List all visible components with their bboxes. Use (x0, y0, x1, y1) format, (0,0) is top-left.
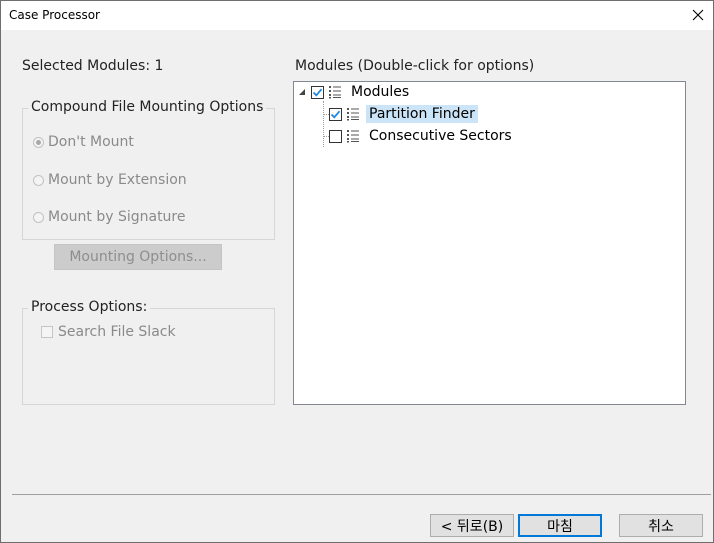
search-file-slack-label: Search File Slack (58, 324, 176, 340)
radio-mount-by-extension-circle[interactable] (33, 174, 44, 186)
case-processor-window: Case Processor Selected Modules: 1 Compo… (0, 0, 714, 543)
modules-checkbox[interactable] (311, 85, 324, 99)
modules-label: Modules (Double-click for options) (295, 58, 535, 74)
tree-label-modules: Modules (351, 84, 410, 100)
consecutive-sectors-checkbox[interactable] (329, 129, 342, 143)
footer-separator (12, 494, 711, 495)
selected-modules-text: Selected Modules: (22, 58, 151, 74)
title-bar: Case Processor (1, 1, 713, 30)
expander-icon[interactable] (299, 89, 305, 95)
selected-modules-label: Selected Modules: 1 (22, 58, 163, 74)
list-icon (347, 130, 359, 143)
radio-mount-by-signature[interactable]: Mount by Signature (33, 209, 186, 225)
list-icon (329, 86, 341, 99)
selected-modules-count: 1 (154, 58, 164, 74)
radio-mount-by-extension-label: Mount by Extension (48, 172, 187, 188)
window-title: Case Processor (9, 8, 100, 22)
radio-dont-mount[interactable]: Don't Mount (33, 134, 134, 150)
process-options-legend: Process Options: (28, 299, 151, 315)
checkmark-icon (312, 88, 323, 97)
radio-mount-by-extension[interactable]: Mount by Extension (33, 172, 187, 188)
mount-options-legend: Compound File Mounting Options (28, 99, 267, 115)
search-file-slack-checkbox[interactable]: Search File Slack (41, 324, 176, 340)
checkmark-icon (330, 110, 341, 119)
tree-label-consecutive-sectors: Consecutive Sectors (369, 128, 512, 144)
close-icon (692, 9, 704, 21)
cancel-button[interactable]: 취소 (619, 514, 703, 537)
partition-finder-checkbox[interactable] (329, 107, 342, 121)
list-icon (347, 108, 359, 121)
back-button[interactable]: < 뒤로(B) (430, 514, 514, 537)
finish-button[interactable]: 마침 (518, 514, 602, 537)
radio-dont-mount-circle[interactable] (33, 136, 44, 148)
radio-mount-by-signature-circle[interactable] (33, 211, 44, 223)
tree-label-partition-finder: Partition Finder (366, 105, 478, 123)
tree-row-partition-finder[interactable]: Partition Finder (329, 104, 478, 124)
tree-connector-vertical (323, 101, 324, 147)
process-options-group (22, 308, 275, 405)
radio-mount-by-signature-label: Mount by Signature (48, 209, 186, 225)
search-file-slack-box[interactable] (41, 326, 53, 338)
radio-dont-mount-label: Don't Mount (48, 134, 134, 150)
mounting-options-button[interactable]: Mounting Options... (54, 244, 222, 270)
modules-tree[interactable]: Modules Partition Finder Consecutive Sec… (293, 81, 686, 405)
tree-row-modules[interactable]: Modules (299, 82, 412, 102)
close-button[interactable] (687, 4, 709, 26)
tree-row-consecutive-sectors[interactable]: Consecutive Sectors (329, 126, 515, 146)
